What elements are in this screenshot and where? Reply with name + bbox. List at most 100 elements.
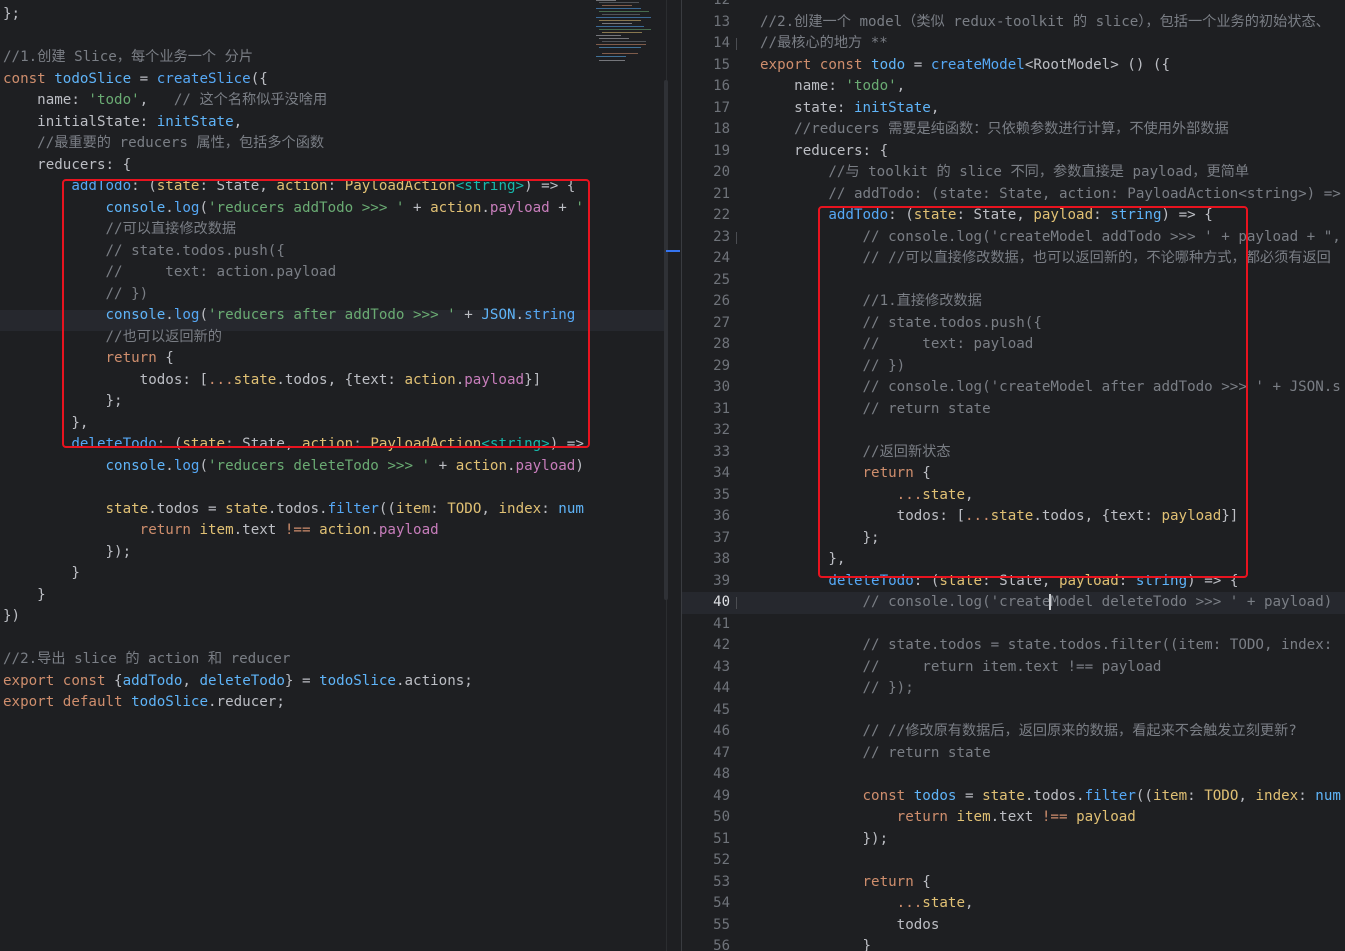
code-line[interactable]: name: 'todo', // 这个名称似乎没啥用 <box>0 90 666 112</box>
code-line[interactable]: }) <box>0 606 666 628</box>
code-line[interactable]: 42 // state.todos = state.todos.filter((… <box>682 635 1345 657</box>
code-line[interactable] <box>0 26 666 48</box>
code-line[interactable]: export const {addTodo, deleteTodo} = tod… <box>0 671 666 693</box>
code-line[interactable]: 40 // console.log('createModel deleteTod… <box>682 592 1345 614</box>
code-line[interactable]: console.log('reducers after addTodo >>> … <box>0 305 666 327</box>
code-line[interactable]: }); <box>0 542 666 564</box>
code-line[interactable] <box>0 477 666 499</box>
editor-split-divider[interactable] <box>666 0 682 951</box>
code-text: // }) <box>3 284 148 306</box>
code-text: return item.text !== payload <box>760 807 1136 829</box>
code-line[interactable]: 56 } <box>682 936 1345 951</box>
left-scrollbar[interactable] <box>664 80 668 600</box>
code-line[interactable]: // }) <box>0 284 666 306</box>
code-line[interactable]: 23 // console.log('createModel addTodo >… <box>682 227 1345 249</box>
left-editor-pane[interactable]: }; //1.创建 Slice，每个业务一个 分片 const todoSlice … <box>0 0 666 951</box>
code-line[interactable]: //2.导出 slice 的 action 和 reducer <box>0 649 666 671</box>
code-line[interactable]: 32 <box>682 420 1345 442</box>
code-line[interactable]: //可以直接修改数据 <box>0 219 666 241</box>
code-line[interactable]: 46 // //修改原有数据后，返回原来的数据，看起来不会触发立刻更新? <box>682 721 1345 743</box>
code-line[interactable]: console.log('reducers addTodo >>> ' + ac… <box>0 198 666 220</box>
code-line[interactable]: 43 // return item.text !== payload <box>682 657 1345 679</box>
code-token: 'todo' <box>845 78 897 94</box>
code-line[interactable]: 47 // return state <box>682 743 1345 765</box>
code-line[interactable]: 37 }; <box>682 528 1345 550</box>
minimap[interactable] <box>590 0 665 70</box>
code-line[interactable]: todos: [...state.todos, {text: action.pa… <box>0 370 666 392</box>
code-line[interactable]: 41 <box>682 614 1345 636</box>
code-line[interactable]: }; <box>0 391 666 413</box>
code-line[interactable]: reducers: { <box>0 155 666 177</box>
code-line[interactable]: 25 <box>682 270 1345 292</box>
code-line[interactable]: 54 ...state, <box>682 893 1345 915</box>
line-number: 26 <box>713 293 730 309</box>
code-line[interactable]: //1.创建 Slice，每个业务一个 分片 <box>0 47 666 69</box>
code-line[interactable]: 29 // }) <box>682 356 1345 378</box>
code-line[interactable]: 15 export const todo = createModel<RootMo… <box>682 55 1345 77</box>
line-number: 56 <box>713 938 730 951</box>
code-line[interactable]: 17 state: initState, <box>682 98 1345 120</box>
code-line[interactable]: const todoSlice = createSlice({ <box>0 69 666 91</box>
code-line[interactable]: 16 name: 'todo', <box>682 76 1345 98</box>
code-line[interactable]: // state.todos.push({ <box>0 241 666 263</box>
code-line[interactable]: 19 reducers: { <box>682 141 1345 163</box>
code-line[interactable]: initialState: initState, <box>0 112 666 134</box>
code-text: return item.text !== action.payload <box>3 520 439 542</box>
code-line[interactable]: //也可以返回新的 <box>0 327 666 349</box>
code-line[interactable]: 52 <box>682 850 1345 872</box>
code-line[interactable]: 53 return { <box>682 872 1345 894</box>
code-line[interactable]: 18 //reducers 需要是纯函数：只依赖参数进行计算，不使用外部数据 <box>682 119 1345 141</box>
code-line[interactable]: 26 //1.直接修改数据 <box>682 291 1345 313</box>
code-line[interactable]: //最重要的 reducers 属性，包括多个函数 <box>0 133 666 155</box>
line-number: 31 <box>713 400 730 417</box>
code-line[interactable]: 44 // }); <box>682 678 1345 700</box>
code-line[interactable]: 55 todos <box>682 915 1345 937</box>
code-line[interactable]: 48 <box>682 764 1345 786</box>
code-line[interactable]: 13 //2.创建一个 model（类似 redux-toolkit 的 slic… <box>682 12 1345 34</box>
line-number: 32 <box>713 422 730 438</box>
right-editor-pane[interactable]: 12 13 //2.创建一个 model（类似 redux-toolkit 的 sl… <box>682 0 1345 951</box>
code-line[interactable]: addTodo: (state: State, action: PayloadA… <box>0 176 666 198</box>
code-token: log <box>173 457 200 474</box>
code-line[interactable]: 49 const todos = state.todos.filter((ite… <box>682 786 1345 808</box>
code-line[interactable]: 12 <box>682 0 1345 12</box>
code-line[interactable]: 45 <box>682 700 1345 722</box>
code-line[interactable]: 39 deleteTodo: (state: State, payload: s… <box>682 571 1345 593</box>
code-line[interactable]: 21 // addTodo: (state: State, action: Pa… <box>682 184 1345 206</box>
code-line[interactable]: 28 // text: payload <box>682 334 1345 356</box>
code-line[interactable]: 27 // state.todos.push({ <box>682 313 1345 335</box>
code-line[interactable]: 24 // //可以直接修改数据，也可以返回新的，不论哪种方式，都必须有返回 <box>682 248 1345 270</box>
code-line[interactable]: }, <box>0 413 666 435</box>
code-line[interactable]: 36 todos: [...state.todos, {text: payloa… <box>682 506 1345 528</box>
code-token: // 这个名称似乎没啥用 <box>173 92 328 108</box>
line-number: 40 <box>713 594 730 610</box>
code-text: // text: payload <box>760 334 1033 356</box>
code-line[interactable]: 22 addTodo: (state: State, payload: stri… <box>682 205 1345 227</box>
code-line[interactable]: export default todoSlice.reducer; <box>0 692 666 714</box>
code-line[interactable]: return { <box>0 348 666 370</box>
code-line[interactable]: 30 // console.log('createModel after add… <box>682 377 1345 399</box>
code-line[interactable]: deleteTodo: (state: State, action: Paylo… <box>0 434 666 456</box>
code-line[interactable]: 34 return { <box>682 463 1345 485</box>
code-token: //返回新状态 <box>760 443 951 460</box>
minimap-line <box>596 0 616 1</box>
code-token: : State, <box>982 572 1059 589</box>
code-line[interactable]: } <box>0 563 666 585</box>
code-line[interactable]: 50 return item.text !== payload <box>682 807 1345 829</box>
code-line[interactable]: 33 //返回新状态 <box>682 442 1345 464</box>
code-line[interactable]: } <box>0 585 666 607</box>
code-line[interactable]: 31 // return state <box>682 399 1345 421</box>
code-line[interactable]: 20 //与 toolkit 的 slice 不同，参数直接是 payload，… <box>682 162 1345 184</box>
code-line[interactable]: state.todos = state.todos.filter((item: … <box>0 499 666 521</box>
code-line[interactable]: 51 }); <box>682 829 1345 851</box>
code-line[interactable]: console.log('reducers deleteTodo >>> ' +… <box>0 456 666 478</box>
code-text: reducers: { <box>3 155 131 177</box>
code-line[interactable]: return item.text !== action.payload <box>0 520 666 542</box>
code-line[interactable]: 35 ...state, <box>682 485 1345 507</box>
code-line[interactable]: 38 }, <box>682 549 1345 571</box>
code-line[interactable]: // text: action.payload <box>0 262 666 284</box>
code-line[interactable]: }; <box>0 4 666 26</box>
code-text: // state.todos.push({ <box>3 241 284 263</box>
code-line[interactable] <box>0 628 666 650</box>
code-line[interactable]: 14 //最核心的地方 ** <box>682 33 1345 55</box>
